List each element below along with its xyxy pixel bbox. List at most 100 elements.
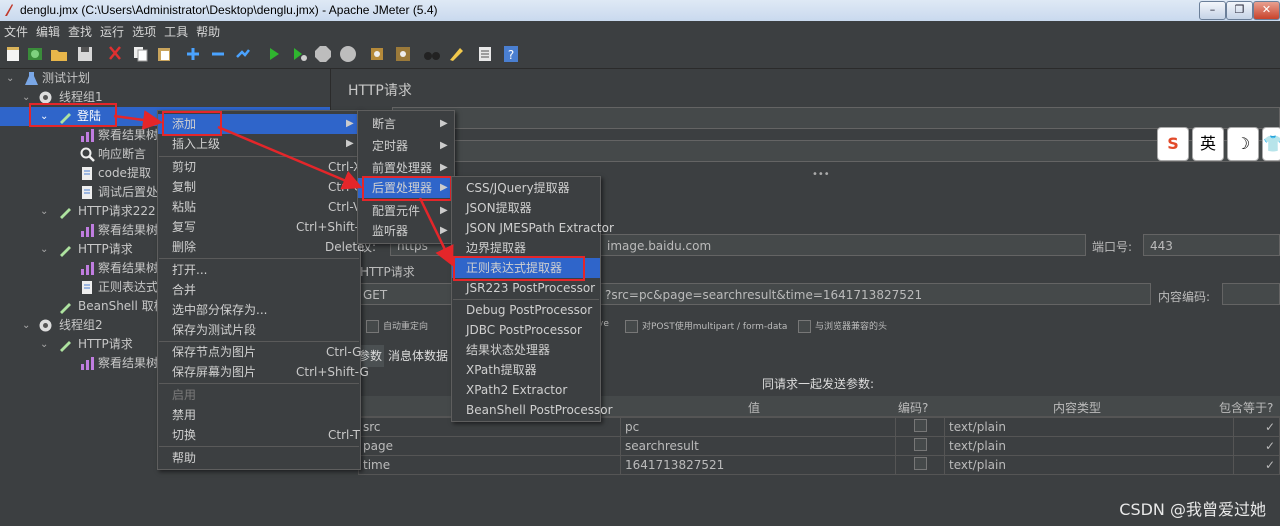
menu-item-assertions[interactable]: 断言 ▶ xyxy=(358,114,454,134)
server-field[interactable]: image.baidu.com xyxy=(600,234,1086,256)
table-row[interactable]: page searchresult text/plain ✓ xyxy=(358,436,1280,456)
ime-skin-icon[interactable]: 👕 xyxy=(1262,127,1280,161)
redirect-checkbox[interactable] xyxy=(366,320,379,333)
menu-item-debug-postprocessor[interactable]: Debug PostProcessor xyxy=(452,300,600,320)
menu-edit[interactable]: 编辑 xyxy=(32,21,64,40)
menu-item-save-node-image[interactable]: 保存节点为图片 Ctrl-G xyxy=(158,342,361,362)
start-no-pauses-icon[interactable] xyxy=(290,45,308,63)
new-file-icon[interactable] xyxy=(4,45,22,63)
tree-node-view-results-tree[interactable]: 察看结果树 xyxy=(80,259,158,278)
minimize-button[interactable]: – xyxy=(1199,1,1226,20)
menu-item-pre-processors[interactable]: 前置处理器 ▶ xyxy=(358,158,454,178)
menu-item-css-jquery-extractor[interactable]: CSS/JQuery提取器 xyxy=(452,178,600,198)
reset-search-icon[interactable] xyxy=(447,45,465,63)
menu-item-save-as-fragment[interactable]: 保存为测试片段 xyxy=(158,320,360,340)
multipart-checkbox[interactable] xyxy=(625,320,638,333)
encode-checkbox[interactable] xyxy=(913,419,927,432)
tree-node-test-plan[interactable]: ⌄ 测试计划 xyxy=(6,69,126,88)
menu-item-save-selection-as[interactable]: 选中部分保存为... xyxy=(158,300,360,320)
templates-icon[interactable] xyxy=(26,45,44,63)
collapse-all-icon[interactable] xyxy=(209,45,227,63)
save-icon[interactable] xyxy=(76,45,94,63)
tree-node-debug-postprocessor[interactable]: 调试后置处 xyxy=(80,183,160,202)
menu-search[interactable]: 查找 xyxy=(64,21,96,40)
menu-item-copy[interactable]: 复制 Ctrl-C xyxy=(158,177,362,197)
menu-item-xpath-extractor[interactable]: XPath提取器 xyxy=(452,360,600,380)
tree-node-http-request-222[interactable]: ⌄ HTTP请求222 xyxy=(40,202,158,221)
menu-item-insert-parent[interactable]: 插入上级 ▶ xyxy=(158,134,360,154)
tree-node-http-request[interactable]: ⌄ HTTP请求 xyxy=(40,240,158,259)
ime-lang-english[interactable]: 英 xyxy=(1192,127,1224,161)
ime-moon-icon[interactable]: ☽ xyxy=(1227,127,1259,161)
menu-item-beanshell-postprocessor[interactable]: BeanShell PostProcessor xyxy=(452,400,613,420)
encode-checkbox[interactable] xyxy=(913,457,927,470)
search-binoculars-icon[interactable] xyxy=(423,45,441,63)
menu-item-json-extractor[interactable]: JSON提取器 xyxy=(452,198,600,218)
table-row[interactable]: time 1641713827521 text/plain ✓ xyxy=(358,455,1280,475)
paste-icon[interactable] xyxy=(155,45,173,63)
tree-node-regex-extractor[interactable]: 正则表达式 xyxy=(80,278,158,297)
menu-item-timers[interactable]: 定时器 ▶ xyxy=(358,136,454,156)
encoding-field[interactable] xyxy=(1222,283,1280,305)
close-button[interactable]: ✕ xyxy=(1253,1,1280,20)
ime-sogou-icon[interactable]: S xyxy=(1157,127,1189,161)
expand-all-icon[interactable] xyxy=(184,45,202,63)
menu-item-merge[interactable]: 合并 xyxy=(158,280,360,300)
menu-item-jsr223-postprocessor[interactable]: JSR223 PostProcessor xyxy=(452,278,600,298)
encode-checkbox[interactable] xyxy=(913,438,927,451)
collapse-arrow-icon: ⌄ xyxy=(6,73,15,84)
help-icon[interactable]: ? xyxy=(502,45,520,63)
tree-node-thread-group-2[interactable]: ⌄ 线程组2 xyxy=(22,316,142,335)
clear-all-icon[interactable] xyxy=(394,45,412,63)
restore-button[interactable]: ❐ xyxy=(1226,1,1253,20)
menu-item-save-screen-image[interactable]: 保存屏幕为图片 Ctrl+Shift-G xyxy=(158,362,369,382)
menu-tools[interactable]: 工具 xyxy=(160,21,192,40)
menu-item-toggle[interactable]: 切换 Ctrl-T xyxy=(158,425,360,445)
tree-node-http-request[interactable]: ⌄ HTTP请求 xyxy=(40,335,158,354)
include-equals-check-icon[interactable]: ✓ xyxy=(1265,458,1275,472)
tree-node-view-results-tree[interactable]: 察看结果树 xyxy=(80,354,158,373)
tree-node-view-results-tree[interactable]: 察看结果树 xyxy=(80,126,160,145)
menu-help[interactable]: 帮助 xyxy=(192,21,224,40)
start-icon[interactable] xyxy=(265,45,283,63)
port-field[interactable]: 443 xyxy=(1143,234,1280,256)
copy-icon[interactable] xyxy=(131,45,149,63)
menu-item-open[interactable]: 打开... xyxy=(158,260,360,280)
toggle-icon[interactable] xyxy=(234,45,252,63)
clear-icon[interactable] xyxy=(368,45,386,63)
menu-item-jdbc-postprocessor[interactable]: JDBC PostProcessor xyxy=(452,320,600,340)
tree-node-view-results-tree[interactable]: 察看结果树 xyxy=(80,221,158,240)
include-equals-check-icon[interactable]: ✓ xyxy=(1265,420,1275,434)
function-helper-icon[interactable] xyxy=(476,45,494,63)
menu-item-cut[interactable]: 剪切 Ctrl-X xyxy=(158,157,361,177)
menu-item-delete[interactable]: 删除 Delete xyxy=(158,237,364,257)
menu-file[interactable]: 文件 xyxy=(0,21,32,40)
menu-item-boundary-extractor[interactable]: 边界提取器 xyxy=(452,238,600,258)
menu-item-paste[interactable]: 粘贴 Ctrl-V xyxy=(158,197,361,217)
include-equals-check-icon[interactable]: ✓ xyxy=(1265,439,1275,453)
menu-item-xpath2-extractor[interactable]: XPath2 Extractor xyxy=(452,380,600,400)
tree-node-response-assertion[interactable]: 响应断言 xyxy=(80,145,160,164)
shutdown-icon[interactable] xyxy=(339,45,357,63)
path-field[interactable]: ?src=pc&page=searchresult&time=164171382… xyxy=(598,283,1151,305)
browser-headers-checkbox[interactable] xyxy=(798,320,811,333)
tree-node-code-extract[interactable]: code提取 xyxy=(80,164,160,183)
stop-icon[interactable] xyxy=(314,45,332,63)
menu-item-result-status-handler[interactable]: 结果状态处理器 xyxy=(452,340,600,360)
menu-item-duplicate[interactable]: 复写 Ctrl+Shift-C xyxy=(158,217,367,237)
menu-item-disable[interactable]: 禁用 xyxy=(158,405,360,425)
menu-item-json-jmespath-extractor[interactable]: JSON JMESPath Extractor xyxy=(452,218,614,238)
menu-item-config-elements[interactable]: 配置元件 ▶ xyxy=(358,201,454,221)
cut-icon[interactable] xyxy=(106,45,124,63)
menu-item-help[interactable]: 帮助 xyxy=(158,448,360,468)
tree-node-beanshell-sampler[interactable]: BeanShell 取样器 xyxy=(58,297,158,316)
comments-field[interactable] xyxy=(392,140,1280,162)
name-field[interactable] xyxy=(392,107,1280,129)
splitter-dots[interactable]: ••• xyxy=(812,169,830,180)
menu-run[interactable]: 运行 xyxy=(96,21,128,40)
method-select[interactable]: GET xyxy=(356,283,452,305)
menu-options[interactable]: 选项 xyxy=(128,21,160,40)
open-folder-icon[interactable] xyxy=(50,45,68,63)
tab-body-data[interactable]: 消息体数据 xyxy=(388,345,448,367)
menu-item-listeners[interactable]: 监听器 ▶ xyxy=(358,221,454,241)
